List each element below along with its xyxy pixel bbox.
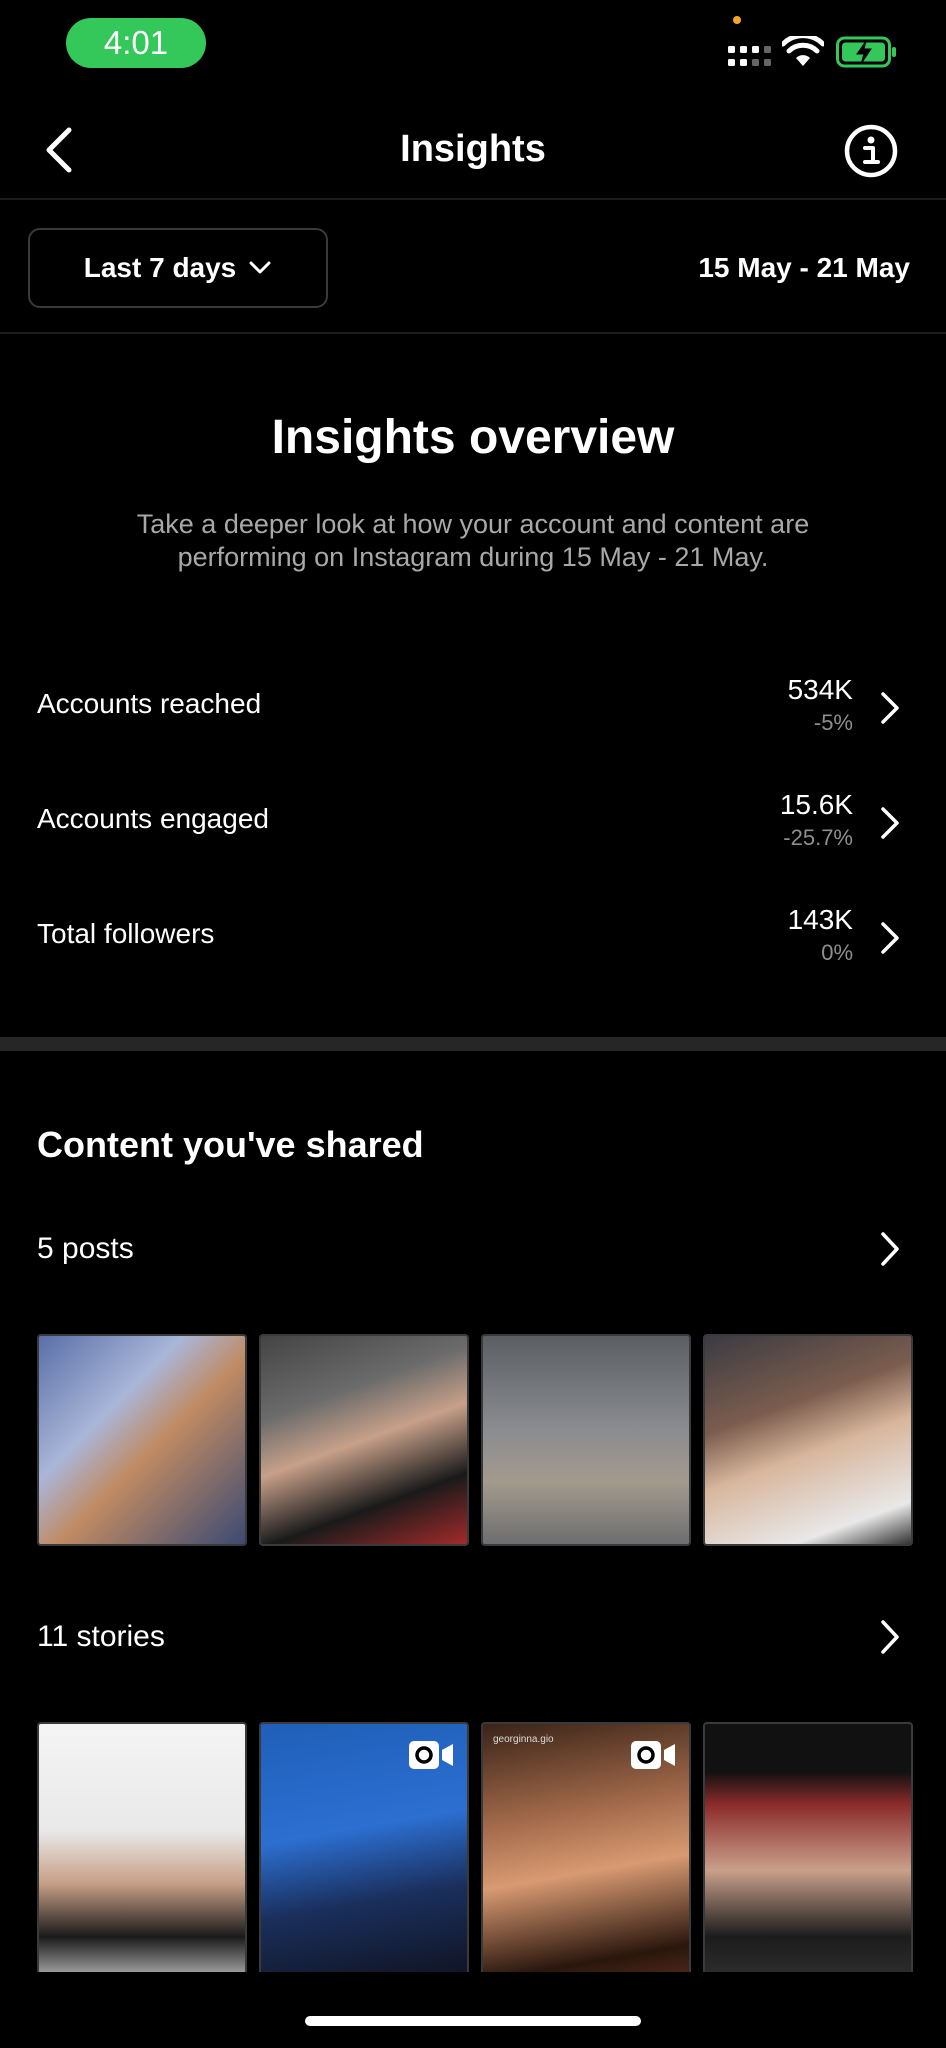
story-thumbnail[interactable] xyxy=(259,1722,469,1972)
story-thumbnail[interactable] xyxy=(37,1722,247,1972)
metric-row-accounts-engaged[interactable]: Accounts engaged 15.6K -25.7% xyxy=(0,773,946,873)
cellular-signal-icon xyxy=(728,46,771,66)
metric-row-total-followers[interactable]: Total followers 143K 0% xyxy=(0,888,946,988)
home-indicator xyxy=(305,2016,641,2026)
info-circle-icon[interactable] xyxy=(842,122,900,180)
post-thumbnail[interactable] xyxy=(37,1334,247,1546)
metric-label: Accounts reached xyxy=(37,688,262,719)
metric-change: -5% xyxy=(813,710,853,735)
metric-label: Total followers xyxy=(37,918,215,949)
post-thumbnail[interactable] xyxy=(703,1334,913,1546)
content-section-title: Content you've shared xyxy=(37,1124,424,1165)
post-thumbnail[interactable] xyxy=(259,1334,469,1546)
date-range-text: 15 May - 21 May xyxy=(698,252,910,283)
metric-change: -25.7% xyxy=(783,825,853,850)
stories-row[interactable]: 11 stories xyxy=(0,1608,946,1668)
story-username: georginna.gio xyxy=(493,1734,554,1745)
time-range-label: Last 7 days xyxy=(83,252,237,283)
overview-title: Insights overview xyxy=(271,411,675,464)
chevron-right-icon xyxy=(881,1620,899,1654)
wifi-icon xyxy=(782,36,824,66)
metric-value: 143K xyxy=(787,904,853,935)
chevron-right-icon xyxy=(881,692,899,724)
chevron-right-icon xyxy=(881,807,899,839)
metric-value: 15.6K xyxy=(779,789,853,820)
section-divider xyxy=(0,1037,946,1051)
metric-label: Accounts engaged xyxy=(37,803,269,834)
battery-charging-icon xyxy=(836,36,896,68)
stories-thumbnail-strip: georginna.gio xyxy=(37,1722,946,1972)
overview-description: Take a deeper look at how your account a… xyxy=(136,509,810,572)
chevron-right-icon xyxy=(881,922,899,954)
time-range-dropdown[interactable]: Last 7 days xyxy=(28,228,328,308)
status-time: 4:01 xyxy=(66,18,206,68)
video-camera-icon xyxy=(409,1741,453,1769)
posts-count-label: 5 posts xyxy=(37,1232,134,1265)
post-thumbnail[interactable] xyxy=(481,1334,691,1546)
metric-change: 0% xyxy=(821,940,853,965)
story-thumbnail[interactable] xyxy=(703,1722,913,1972)
story-thumbnail[interactable]: georginna.gio xyxy=(481,1722,691,1972)
chevron-right-icon xyxy=(881,1232,899,1266)
app-header: Insights xyxy=(0,100,946,200)
metric-value: 534K xyxy=(787,674,853,705)
status-bar: 4:01 xyxy=(0,0,946,90)
video-camera-icon xyxy=(631,1741,675,1769)
date-filter-row: Last 7 days 15 May - 21 May xyxy=(0,202,946,334)
posts-row[interactable]: 5 posts xyxy=(0,1220,946,1280)
privacy-indicator-dot xyxy=(733,16,741,24)
chevron-down-icon xyxy=(249,261,271,274)
page-title: Insights xyxy=(400,128,546,170)
stories-count-label: 11 stories xyxy=(37,1620,165,1653)
posts-thumbnail-strip xyxy=(37,1334,946,1546)
metric-row-accounts-reached[interactable]: Accounts reached 534K -5% xyxy=(0,658,946,758)
